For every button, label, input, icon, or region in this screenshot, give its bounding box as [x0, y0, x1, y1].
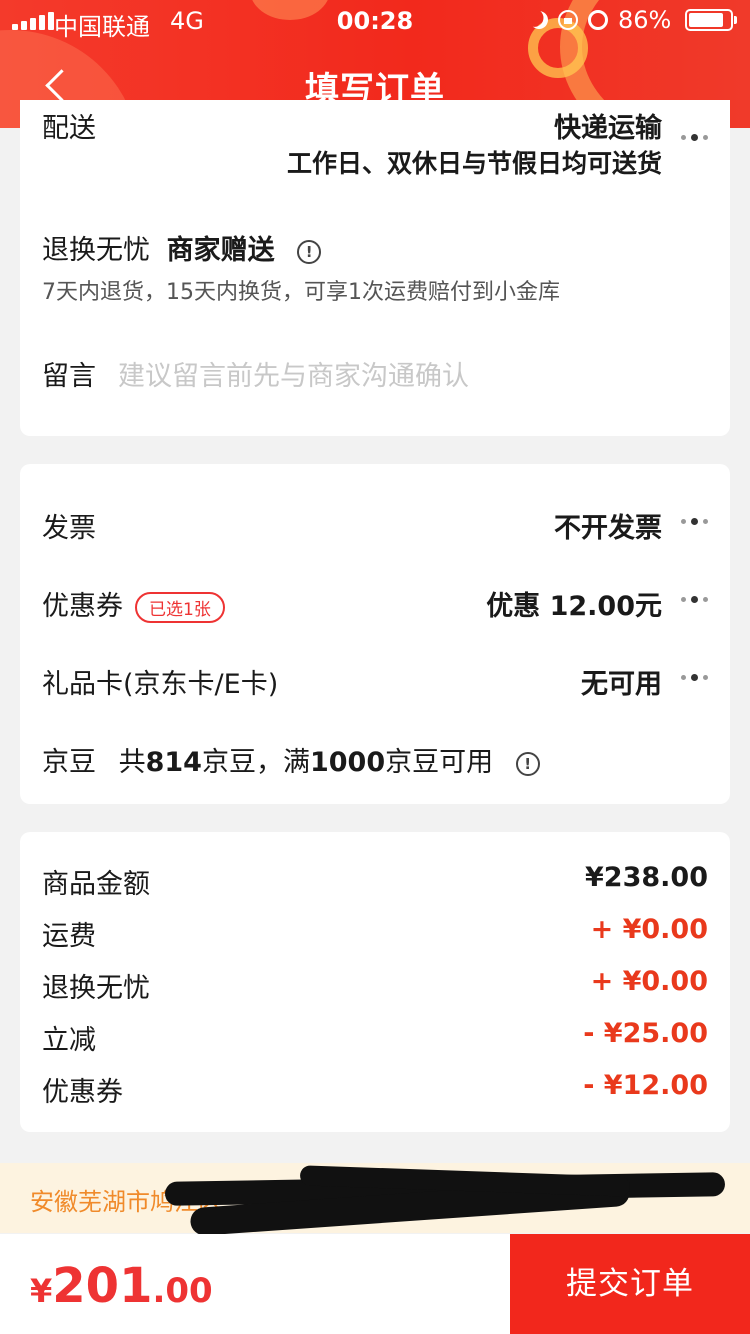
more-icon[interactable] — [681, 134, 708, 141]
more-icon[interactable] — [681, 518, 708, 525]
summary-label: 商品金额 — [42, 869, 150, 900]
price-summary-card: 商品金额 ¥238.00 运费 + ¥0.00 退换无忧 + ¥0.00 立减 … — [20, 832, 730, 1132]
jingdou-text: 京豆，满 — [201, 747, 310, 778]
payment-options-card: 发票 不开发票 优惠券 已选1张 优惠 12.00元 礼品卡(京东卡/E卡) 无可… — [20, 464, 730, 804]
status-icons: 86% — [527, 6, 738, 34]
moon-icon — [527, 8, 551, 32]
info-icon[interactable]: ! — [515, 751, 540, 776]
jingdou-label: 京豆 — [42, 747, 96, 778]
return-service-label: 退换无忧 — [42, 235, 150, 266]
summary-value: - ¥25.00 — [583, 1018, 708, 1049]
battery-icon — [685, 9, 738, 31]
rotation-lock-icon — [558, 10, 578, 30]
submit-order-button[interactable]: 提交订单 — [510, 1234, 750, 1334]
invoice-label: 发票 — [42, 513, 96, 544]
jingdou-text: 京豆可用 — [385, 747, 494, 778]
currency-symbol: ¥ — [30, 1272, 53, 1310]
coupon-label: 优惠券 — [42, 591, 123, 622]
summary-label: 立减 — [42, 1025, 96, 1056]
return-service-row[interactable]: 退换无忧 商家赠送 ! — [42, 228, 322, 267]
jingdou-threshold: 1000 — [309, 747, 386, 778]
jingdou-row: 京豆 共814京豆，满1000京豆可用 ! — [42, 740, 540, 779]
giftcard-label: 礼品卡(京东卡/E卡) — [42, 669, 279, 700]
summary-value: - ¥12.00 — [583, 1070, 708, 1101]
message-label: 留言 — [42, 361, 96, 392]
checkout-bar: ¥201.00 提交订单 — [0, 1234, 750, 1334]
delivery-label: 配送 — [42, 113, 96, 144]
more-icon[interactable] — [681, 596, 708, 603]
jingdou-text: 共 — [118, 747, 146, 778]
summary-value: ¥238.00 — [585, 862, 708, 893]
return-service-tag: 商家赠送 — [166, 235, 275, 266]
total-decimal: .00 — [152, 1271, 213, 1311]
delivery-card: 配送 快递运输 工作日、双休日与节假日均可送货 退换无忧 商家赠送 ! 7天内退… — [20, 100, 730, 436]
more-icon[interactable] — [681, 674, 708, 681]
summary-label: 运费 — [42, 921, 96, 952]
total-price: ¥201.00 — [30, 1258, 213, 1314]
summary-value: + ¥0.00 — [590, 914, 708, 945]
alarm-icon — [588, 10, 608, 30]
summary-value: + ¥0.00 — [590, 966, 708, 997]
summary-label: 退换无忧 — [42, 973, 150, 1004]
summary-label: 优惠券 — [42, 1077, 123, 1108]
delivery-schedule: 工作日、双休日与节假日均可送货 — [286, 149, 662, 178]
status-bar: 中国联通 4G 00:28 86% — [0, 0, 750, 41]
address-bar[interactable]: 安徽芜湖市鸠江区 — [0, 1163, 750, 1237]
message-input[interactable]: 建议留言前先与商家沟通确认 — [118, 354, 698, 393]
coupon-label-wrap: 优惠券 已选1张 — [42, 584, 225, 623]
total-integer: 201 — [52, 1258, 153, 1314]
jingdou-count: 814 — [145, 747, 202, 778]
info-icon[interactable]: ! — [297, 239, 322, 264]
return-service-description: 7天内退货，15天内换货，可享1次运费赔付到小金库 — [42, 280, 560, 305]
giftcard-value: 无可用 — [581, 669, 662, 700]
invoice-value: 不开发票 — [554, 513, 662, 544]
coupon-value: 优惠 12.00元 — [486, 591, 662, 622]
battery-percent: 86% — [618, 6, 672, 34]
delivery-value[interactable]: 快递运输 — [554, 106, 662, 145]
coupon-selected-badge: 已选1张 — [135, 592, 225, 623]
